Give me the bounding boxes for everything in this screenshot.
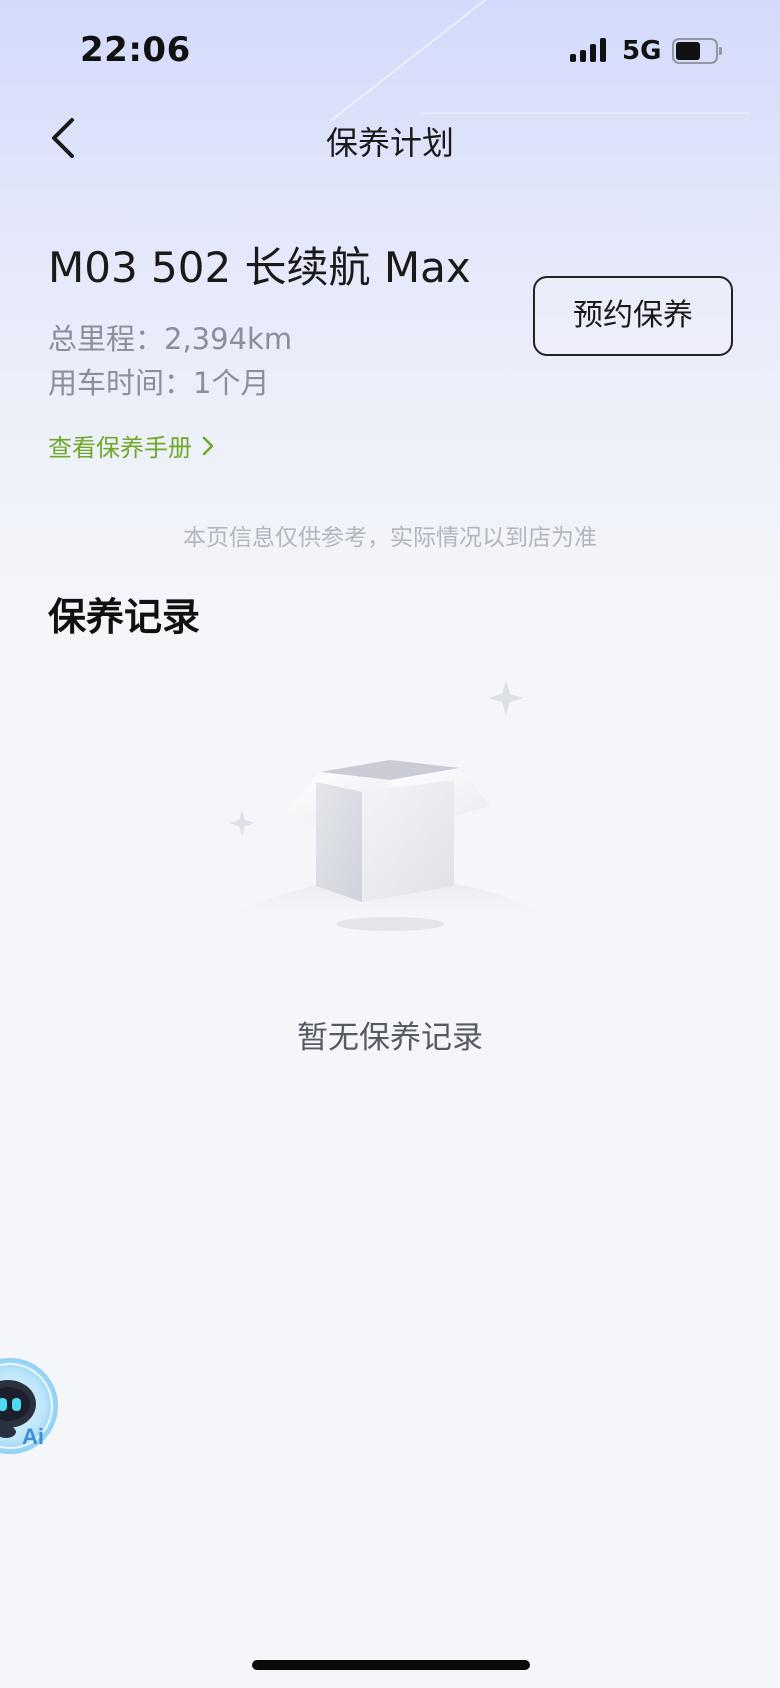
mileage-row: 总里程：2,394km — [48, 316, 292, 358]
maintenance-records-title: 保养记录 — [48, 595, 201, 639]
manual-link-label: 查看保养手册 — [48, 434, 192, 462]
ai-assistant-button[interactable]: Ai — [0, 1348, 62, 1458]
view-maintenance-manual-link[interactable]: 查看保养手册 — [48, 428, 216, 463]
usage-time-label: 用车时间： — [48, 366, 194, 400]
empty-box-icon — [200, 680, 580, 940]
network-type: 5G — [622, 36, 662, 66]
battery-icon — [672, 38, 722, 64]
status-bar-time: 22:06 — [80, 30, 191, 70]
background-decoration — [330, 0, 537, 122]
mileage-value: 2,394km — [164, 322, 293, 356]
mileage-label: 总里程： — [48, 322, 165, 356]
home-indicator[interactable] — [252, 1660, 530, 1670]
vehicle-name: M03 502 长续航 Max — [48, 243, 471, 292]
ai-label: Ai — [22, 1424, 44, 1449]
page-title: 保养计划 — [325, 124, 454, 162]
empty-records-text: 暂无保养记录 — [297, 1020, 483, 1056]
signal-icon — [570, 38, 610, 64]
disclaimer-text: 本页信息仅供参考，实际情况以到店为准 — [183, 525, 597, 551]
usage-time-value: 1个月 — [193, 366, 270, 400]
chevron-right-icon — [202, 436, 214, 455]
background-decoration — [420, 112, 750, 114]
book-maintenance-button[interactable]: 预约保养 — [533, 276, 733, 356]
usage-time-row: 用车时间：1个月 — [48, 360, 269, 402]
